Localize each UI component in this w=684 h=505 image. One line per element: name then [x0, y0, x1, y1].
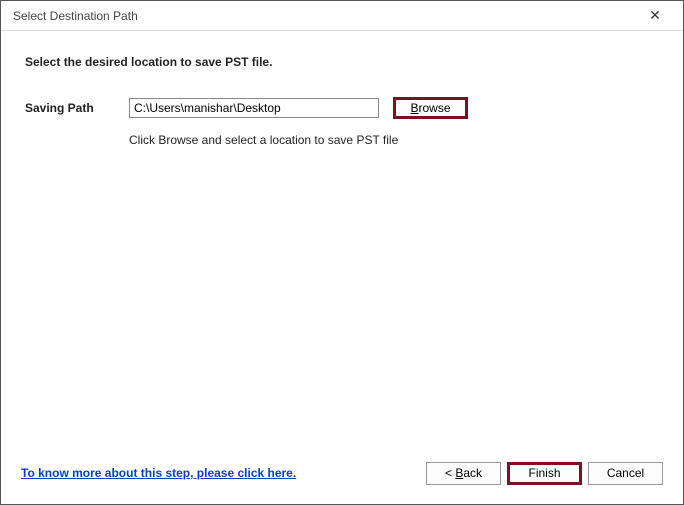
cancel-button[interactable]: Cancel [588, 462, 663, 485]
back-rest: ack [463, 466, 482, 480]
back-button[interactable]: < Back [426, 462, 501, 485]
footer: To know more about this step, please cli… [1, 454, 683, 504]
window-title: Select Destination Path [13, 9, 635, 23]
help-link[interactable]: To know more about this step, please cli… [21, 466, 296, 480]
browse-button[interactable]: Browse [393, 97, 468, 119]
browse-rest: rowse [419, 101, 451, 115]
titlebar: Select Destination Path ✕ [1, 1, 683, 31]
saving-path-input[interactable] [129, 98, 379, 118]
content-area: Select the desired location to save PST … [1, 31, 683, 454]
saving-path-label: Saving Path [25, 101, 115, 115]
dialog-window: Select Destination Path ✕ Select the des… [0, 0, 684, 505]
close-button[interactable]: ✕ [635, 2, 675, 30]
finish-button[interactable]: Finish [507, 462, 582, 485]
saving-path-row: Saving Path Browse [25, 97, 659, 119]
instruction-text: Select the desired location to save PST … [25, 55, 659, 69]
hint-text: Click Browse and select a location to sa… [129, 133, 659, 147]
browse-mnemonic: B [410, 101, 418, 115]
close-icon: ✕ [649, 7, 661, 24]
back-prefix: < [445, 466, 455, 480]
